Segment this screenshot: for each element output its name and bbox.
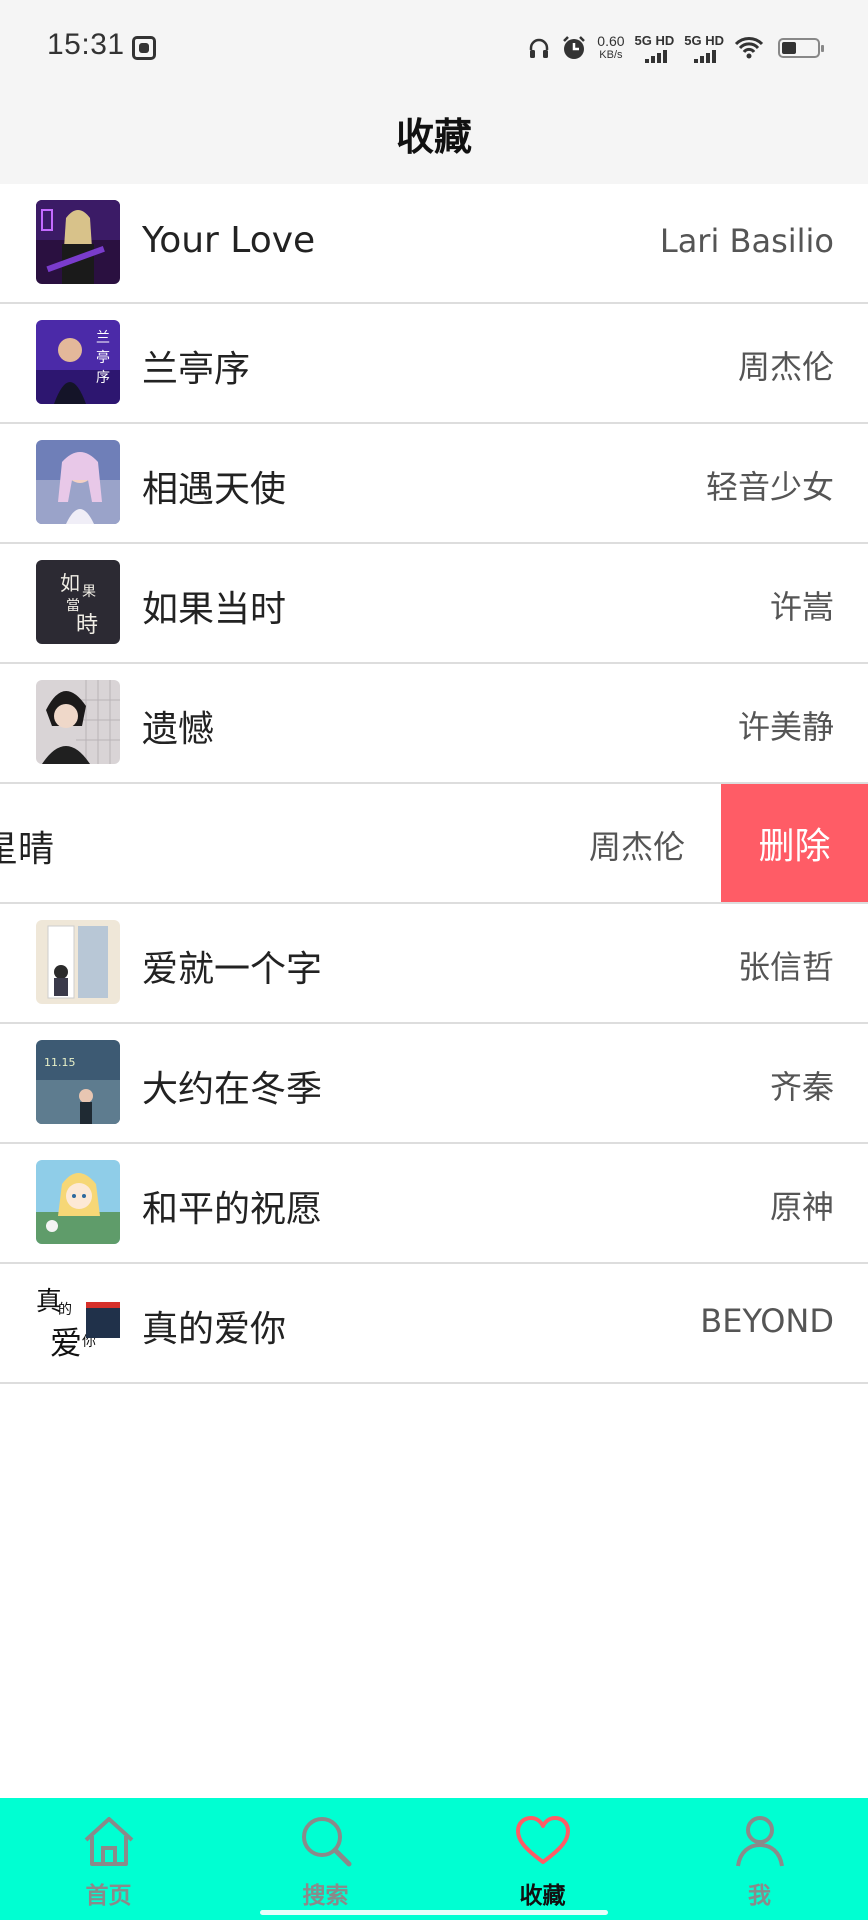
song-title: 遗憾 <box>142 709 215 750</box>
album-cover: 11.15 <box>36 1040 120 1124</box>
song-artist: 齐秦 <box>769 1068 834 1106</box>
svg-text:果: 果 <box>82 584 96 600</box>
favorite-row[interactable]: 兰 亭 序 兰亭序 周杰伦 <box>0 304 868 424</box>
home-indicator[interactable] <box>260 1910 608 1915</box>
song-title: 相遇天使 <box>142 469 287 510</box>
signal-bars-icon <box>635 49 675 63</box>
svg-text:爱: 爱 <box>50 1324 82 1362</box>
favorite-row-swiped[interactable]: 星晴 周杰伦 删除 <box>0 784 868 904</box>
user-icon <box>736 1816 784 1867</box>
tab-favorites[interactable]: 收藏 <box>434 1798 651 1920</box>
tab-home-label: 首页 <box>85 1883 132 1909</box>
song-artist: 张信哲 <box>737 948 834 986</box>
song-title: 大约在冬季 <box>142 1069 323 1110</box>
page-header: 收藏 <box>0 96 868 184</box>
album-cover <box>36 680 120 764</box>
favorite-row[interactable]: 11.15 大约在冬季 齐秦 <box>0 1024 868 1144</box>
song-artist: 轻音少女 <box>705 468 834 506</box>
net-speed-value: 0.60 <box>597 33 625 49</box>
album-cover <box>36 1160 120 1244</box>
tab-home[interactable]: 首页 <box>0 1798 217 1920</box>
delete-button[interactable]: 删除 <box>721 784 868 902</box>
song-artist: 周杰伦 <box>737 348 834 386</box>
favorite-row[interactable]: 爱就一个字 张信哲 <box>0 904 868 1024</box>
sim1-label: 5G HD <box>634 32 675 48</box>
search-icon <box>302 1817 352 1867</box>
headphones-icon <box>530 38 549 58</box>
song-title: 和平的祝愿 <box>142 1189 323 1230</box>
song-title: 星晴 <box>0 829 55 870</box>
song-title: 兰亭序 <box>142 349 251 390</box>
album-cover <box>36 920 120 1004</box>
net-speed-unit: KB/s <box>599 49 623 61</box>
favorite-row[interactable]: 遗憾 许美静 <box>0 664 868 784</box>
net-speed: 0.60 KB/s <box>597 34 624 62</box>
sim2-signal: 5G HD <box>684 34 724 63</box>
song-artist: Lari Basilio <box>659 222 834 260</box>
song-title: 真的爱你 <box>142 1309 287 1350</box>
song-artist: 原神 <box>769 1188 834 1226</box>
album-cover <box>36 440 120 524</box>
favorite-row[interactable]: 相遇天使 轻音少女 <box>0 424 868 544</box>
album-cover: 兰 亭 序 <box>36 320 120 404</box>
album-cover: 真 的 爱 你 <box>36 1280 120 1364</box>
wifi-icon <box>734 37 764 59</box>
signal-bars-icon <box>684 49 724 63</box>
alarm-icon <box>563 36 586 59</box>
album-cover: 如 果 當 時 <box>36 560 120 644</box>
page-title: 收藏 <box>395 115 472 159</box>
song-artist: 许美静 <box>737 708 834 746</box>
battery-icon <box>778 38 824 58</box>
favorites-list: Your Love Lari Basilio 兰 亭 序 兰亭序 周杰伦 相遇天… <box>0 184 868 1384</box>
song-title: 爱就一个字 <box>142 949 323 990</box>
bottom-tab-bar: 首页 搜索 收藏 我 <box>0 1798 868 1920</box>
svg-text:的: 的 <box>58 1302 72 1318</box>
song-title: Your Love <box>142 220 316 261</box>
svg-text:如: 如 <box>60 571 80 595</box>
svg-text:11.15: 11.15 <box>44 1056 76 1069</box>
song-artist: 周杰伦 <box>588 828 685 866</box>
tab-favorites-label: 收藏 <box>519 1883 566 1909</box>
tab-search[interactable]: 搜索 <box>217 1798 434 1920</box>
favorite-row[interactable]: 如 果 當 時 如果当时 许嵩 <box>0 544 868 664</box>
status-time: 15:31 <box>47 28 125 61</box>
tab-me-label: 我 <box>748 1883 771 1909</box>
status-bar: 15:31 0.60 KB/s 5G HD 5G HD <box>0 0 868 96</box>
favorite-row[interactable]: Your Love Lari Basilio <box>0 184 868 304</box>
sim1-signal: 5G HD <box>634 32 675 63</box>
song-artist: 许嵩 <box>769 588 834 626</box>
tab-search-label: 搜索 <box>302 1883 349 1909</box>
svg-text:時: 時 <box>76 613 98 638</box>
svg-text:當: 當 <box>66 598 80 614</box>
status-icons: 0.60 KB/s 5G HD 5G HD <box>527 30 824 66</box>
album-cover <box>36 200 120 284</box>
song-artist: BEYOND <box>700 1302 834 1340</box>
favorite-row[interactable]: 真 的 爱 你 真的爱你 BEYOND <box>0 1264 868 1384</box>
home-icon <box>84 1817 134 1866</box>
screen-recorder-icon <box>132 36 156 60</box>
sim2-label: 5G HD <box>684 32 724 48</box>
svg-text:兰: 兰 <box>96 330 110 346</box>
heart-icon <box>516 1816 570 1864</box>
svg-text:序: 序 <box>96 370 110 386</box>
tab-me[interactable]: 我 <box>651 1798 868 1920</box>
svg-text:亭: 亭 <box>96 349 110 366</box>
favorite-row[interactable]: 和平的祝愿 原神 <box>0 1144 868 1264</box>
song-title: 如果当时 <box>142 589 287 630</box>
